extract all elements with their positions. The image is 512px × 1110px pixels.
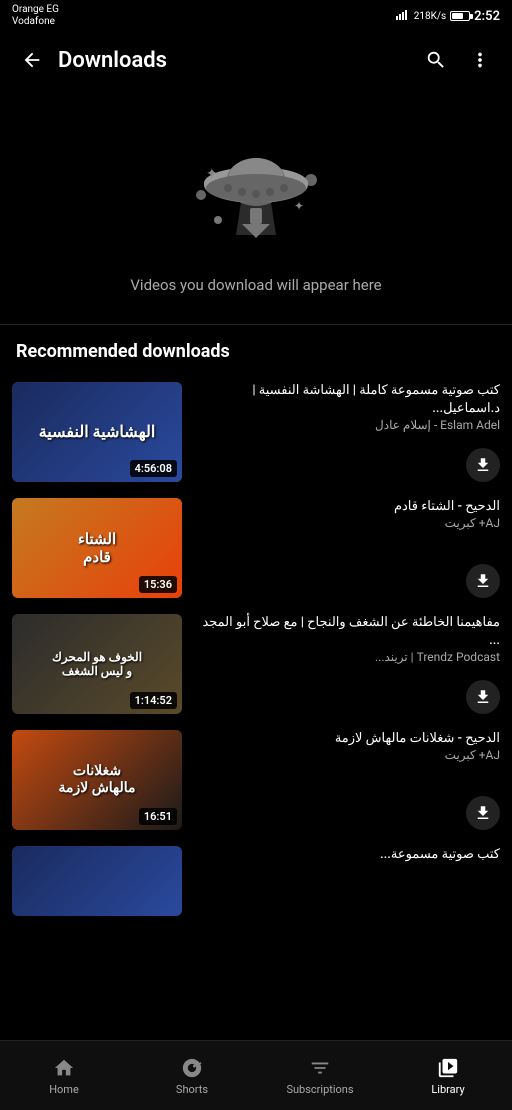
duration-badge-1: 4:56:08 — [130, 460, 177, 477]
video-channel-3: Trendz Podcast | تريند... — [192, 650, 500, 664]
time-display: 2:52 — [474, 9, 500, 24]
table-row: AJ+ شغلاناتمالهاش لازمة 16:51 الدحيح - ش… — [0, 724, 512, 836]
duration-badge-4: 16:51 — [139, 808, 177, 825]
video-info-5: كتب صوتية مسموعة... — [192, 846, 500, 946]
thumbnail-4[interactable]: AJ+ شغلاناتمالهاش لازمة 16:51 — [12, 730, 182, 830]
video-title-3: مفاهيمنا الخاطئة عن الشغف والنجاح | مع ص… — [192, 614, 500, 650]
table-row: الهشاشية النفسية 4:56:08 كتب صوتية مسموع… — [0, 376, 512, 488]
thumbnail-1[interactable]: الهشاشية النفسية 4:56:08 — [12, 382, 182, 482]
empty-state-text: Videos you download will appear here — [130, 276, 381, 294]
video-actions-3 — [192, 680, 500, 714]
table-row: الخوف هو المحركو ليس الشغف 1:14:52 مفاهي… — [0, 608, 512, 720]
main-content: ✦ ✦ Videos you download will appear here… — [0, 90, 512, 1039]
thumbnail-2[interactable]: AJ+ الشتاءقادم 15:36 — [12, 498, 182, 598]
video-actions-2 — [192, 564, 500, 598]
nav-item-library[interactable]: Library — [384, 1056, 512, 1096]
duration-badge-2: 15:36 — [139, 576, 177, 593]
home-label: Home — [49, 1083, 79, 1096]
shorts-icon — [180, 1056, 204, 1080]
bottom-navigation: Home Shorts Subscriptions Library — [0, 1040, 512, 1110]
library-icon — [436, 1056, 460, 1080]
shorts-label: Shorts — [176, 1083, 208, 1096]
top-action-icons — [418, 42, 498, 78]
status-right: 218K/s 2:52 — [396, 9, 500, 24]
recommended-section-title: Recommended downloads — [0, 341, 512, 376]
video-info-2: الدحيح - الشتاء قادم AJ+ كبريت — [192, 498, 500, 598]
video-info-1: كتب صوتية مسموعة كاملة | الهشاشة النفسية… — [192, 382, 500, 482]
back-button[interactable] — [14, 42, 50, 78]
video-channel-4: AJ+ كبريت — [192, 748, 500, 762]
svg-text:✦: ✦ — [294, 199, 304, 213]
video-title-4: الدحيح - شغلانات مالهاش لازمة — [192, 730, 500, 748]
video-list: الهشاشية النفسية 4:56:08 كتب صوتية مسموع… — [0, 376, 512, 964]
top-bar: Downloads — [0, 30, 512, 90]
video-info-4: الدحيح - شغلانات مالهاش لازمة AJ+ كبريت — [192, 730, 500, 830]
thumbnail-3[interactable]: الخوف هو المحركو ليس الشغف 1:14:52 — [12, 614, 182, 714]
video-actions-1 — [192, 448, 500, 482]
video-actions-4 — [192, 796, 500, 830]
video-title-2: الدحيح - الشتاء قادم — [192, 498, 500, 516]
download-button-4[interactable] — [466, 796, 500, 830]
nav-item-subscriptions[interactable]: Subscriptions — [256, 1056, 384, 1096]
duration-badge-3: 1:14:52 — [130, 692, 177, 709]
download-button-2[interactable] — [466, 564, 500, 598]
table-row: AJ+ الشتاءقادم 15:36 الدحيح - الشتاء قاد… — [0, 492, 512, 604]
video-info-3: مفاهيمنا الخاطئة عن الشغف والنجاح | مع ص… — [192, 614, 500, 714]
speed-indicator: 218K/s — [414, 11, 446, 22]
battery-icon — [450, 11, 470, 21]
nav-item-shorts[interactable]: Shorts — [128, 1056, 256, 1096]
subscriptions-label: Subscriptions — [286, 1083, 353, 1096]
video-title-5: كتب صوتية مسموعة... — [192, 846, 500, 864]
download-button-3[interactable] — [466, 680, 500, 714]
video-channel-1: Eslam Adel - إسلام عادل — [192, 418, 500, 432]
nav-item-home[interactable]: Home — [0, 1056, 128, 1096]
subscriptions-icon — [308, 1056, 332, 1080]
section-divider — [0, 324, 512, 325]
page-title: Downloads — [58, 48, 418, 73]
download-button-1[interactable] — [466, 448, 500, 482]
library-label: Library — [431, 1083, 464, 1096]
svg-text:✦: ✦ — [206, 166, 218, 182]
status-bar: Orange EG Vodafone 218K/s 2:52 — [0, 0, 512, 30]
ufo-illustration: ✦ ✦ — [186, 120, 326, 260]
thumbnail-5[interactable] — [12, 846, 182, 916]
more-options-button[interactable] — [462, 42, 498, 78]
video-channel-2: AJ+ كبريت — [192, 516, 500, 530]
empty-state: ✦ ✦ Videos you download will appear here — [0, 90, 512, 324]
video-title-1: كتب صوتية مسموعة كاملة | الهشاشة النفسية… — [192, 382, 500, 418]
carrier-info: Orange EG Vodafone — [12, 4, 59, 28]
home-icon — [52, 1056, 76, 1080]
signal-icons — [396, 10, 410, 23]
table-row: كتب صوتية مسموعة... — [0, 840, 512, 952]
search-button[interactable] — [418, 42, 454, 78]
